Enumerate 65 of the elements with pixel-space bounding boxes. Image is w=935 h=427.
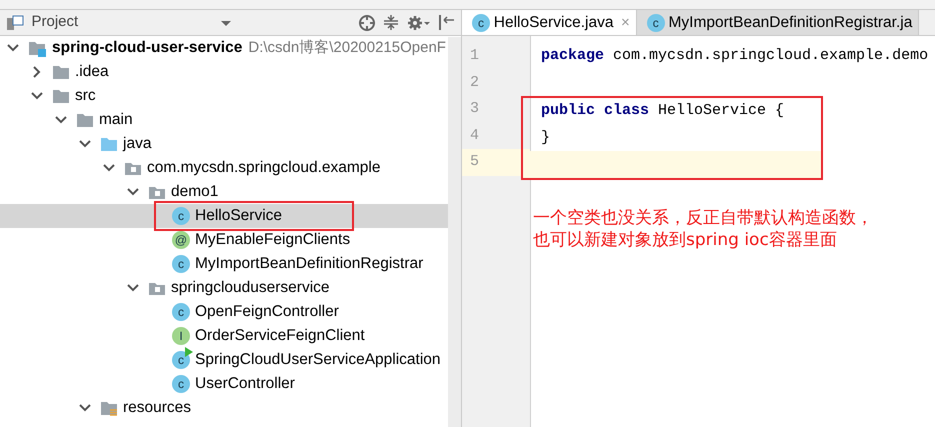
- annotation-text: 也可以新建对象放到spring ioc容器里面: [533, 229, 838, 251]
- class-icon: c: [172, 303, 190, 321]
- folder-icon: [52, 63, 70, 81]
- project-view-icon: [6, 14, 24, 30]
- item-label: MyEnableFeignClients: [195, 230, 350, 250]
- item-label: main: [99, 110, 133, 130]
- tree-row[interactable]: I OrderServiceFeignClient: [0, 324, 448, 348]
- item-label: src: [75, 86, 96, 106]
- scrollbar[interactable]: [448, 37, 461, 427]
- class-icon: c: [172, 375, 190, 393]
- run-marker-icon: [185, 347, 193, 357]
- panel-title: Project: [32, 12, 78, 32]
- annotation-icon: @: [172, 231, 190, 249]
- item-label: UserController: [195, 374, 295, 394]
- source-folder-icon: [100, 135, 118, 153]
- item-label: .idea: [75, 62, 109, 82]
- item-label: java: [123, 134, 152, 154]
- class-icon: c: [646, 14, 665, 32]
- tree-row[interactable]: src: [0, 84, 448, 108]
- code-line: }: [540, 128, 552, 148]
- code-line: package com.mycsdn.springcloud.example.demo: [540, 46, 930, 66]
- item-label: HelloService: [195, 206, 282, 226]
- class-icon: c: [172, 255, 190, 273]
- editor-tab[interactable]: c HelloService.java ×: [462, 10, 637, 35]
- line-number: 2: [469, 72, 480, 93]
- item-label: OpenFeignController: [195, 302, 339, 322]
- item-label: springclouduserservice: [171, 278, 330, 298]
- tree-row[interactable]: springclouduserservice: [0, 276, 448, 300]
- tree-row[interactable]: .idea: [0, 60, 448, 84]
- tree-row[interactable]: c HelloService: [0, 204, 448, 228]
- item-label: spring-cloud-user-service: [52, 38, 242, 58]
- item-label: com.mycsdn.springcloud.example: [147, 158, 380, 178]
- tree-row[interactable]: c MyImportBeanDefinitionRegistrar: [0, 252, 448, 276]
- class-icon: c: [172, 207, 190, 225]
- folder-icon: [52, 87, 70, 105]
- tree-row[interactable]: resources: [0, 396, 448, 420]
- tree-row[interactable]: spring-cloud-user-service D:\csdn博客\20200215OpenF: [0, 36, 448, 60]
- item-label: demo1: [171, 182, 218, 202]
- interface-icon: I: [172, 327, 190, 345]
- tree-row[interactable]: demo1: [0, 180, 448, 204]
- resources-folder-icon: [100, 399, 118, 417]
- tree-row[interactable]: c OpenFeignController: [0, 300, 448, 324]
- item-label: MyImportBeanDefinitionRegistrar: [195, 254, 424, 274]
- tree-row[interactable]: java: [0, 132, 448, 156]
- tree-row[interactable]: @ MyEnableFeignClients: [0, 228, 448, 252]
- tree-row[interactable]: com.mycsdn.springcloud.example: [0, 156, 448, 180]
- folder-icon: [76, 111, 94, 129]
- tree-row[interactable]: c SpringCloudUserServiceApplication: [0, 348, 448, 372]
- editor-tab[interactable]: c MyImportBeanDefinitionRegistrar.ja: [636, 10, 920, 35]
- tree-row[interactable]: c UserController: [0, 372, 448, 396]
- tree-row[interactable]: main: [0, 108, 448, 132]
- code-line: public class HelloService {: [540, 101, 786, 122]
- settings-icon[interactable]: [406, 14, 430, 30]
- item-label: OrderServiceFeignClient: [195, 326, 365, 346]
- line-number: 3: [469, 99, 480, 120]
- module-path: D:\csdn博客\20200215OpenF: [248, 38, 446, 58]
- collapse-all-icon[interactable]: [383, 14, 399, 31]
- item-label: SpringCloudUserServiceApplication: [195, 350, 441, 370]
- hide-panel-icon[interactable]: [438, 14, 455, 31]
- locate-icon[interactable]: [358, 14, 376, 32]
- item-label: resources: [123, 398, 192, 418]
- annotation-text: 一个空类也没关系，反正自带默认构造函数，: [533, 207, 873, 229]
- line-number: 4: [469, 126, 480, 146]
- line-number: 1: [469, 46, 480, 66]
- class-icon: c: [472, 14, 490, 32]
